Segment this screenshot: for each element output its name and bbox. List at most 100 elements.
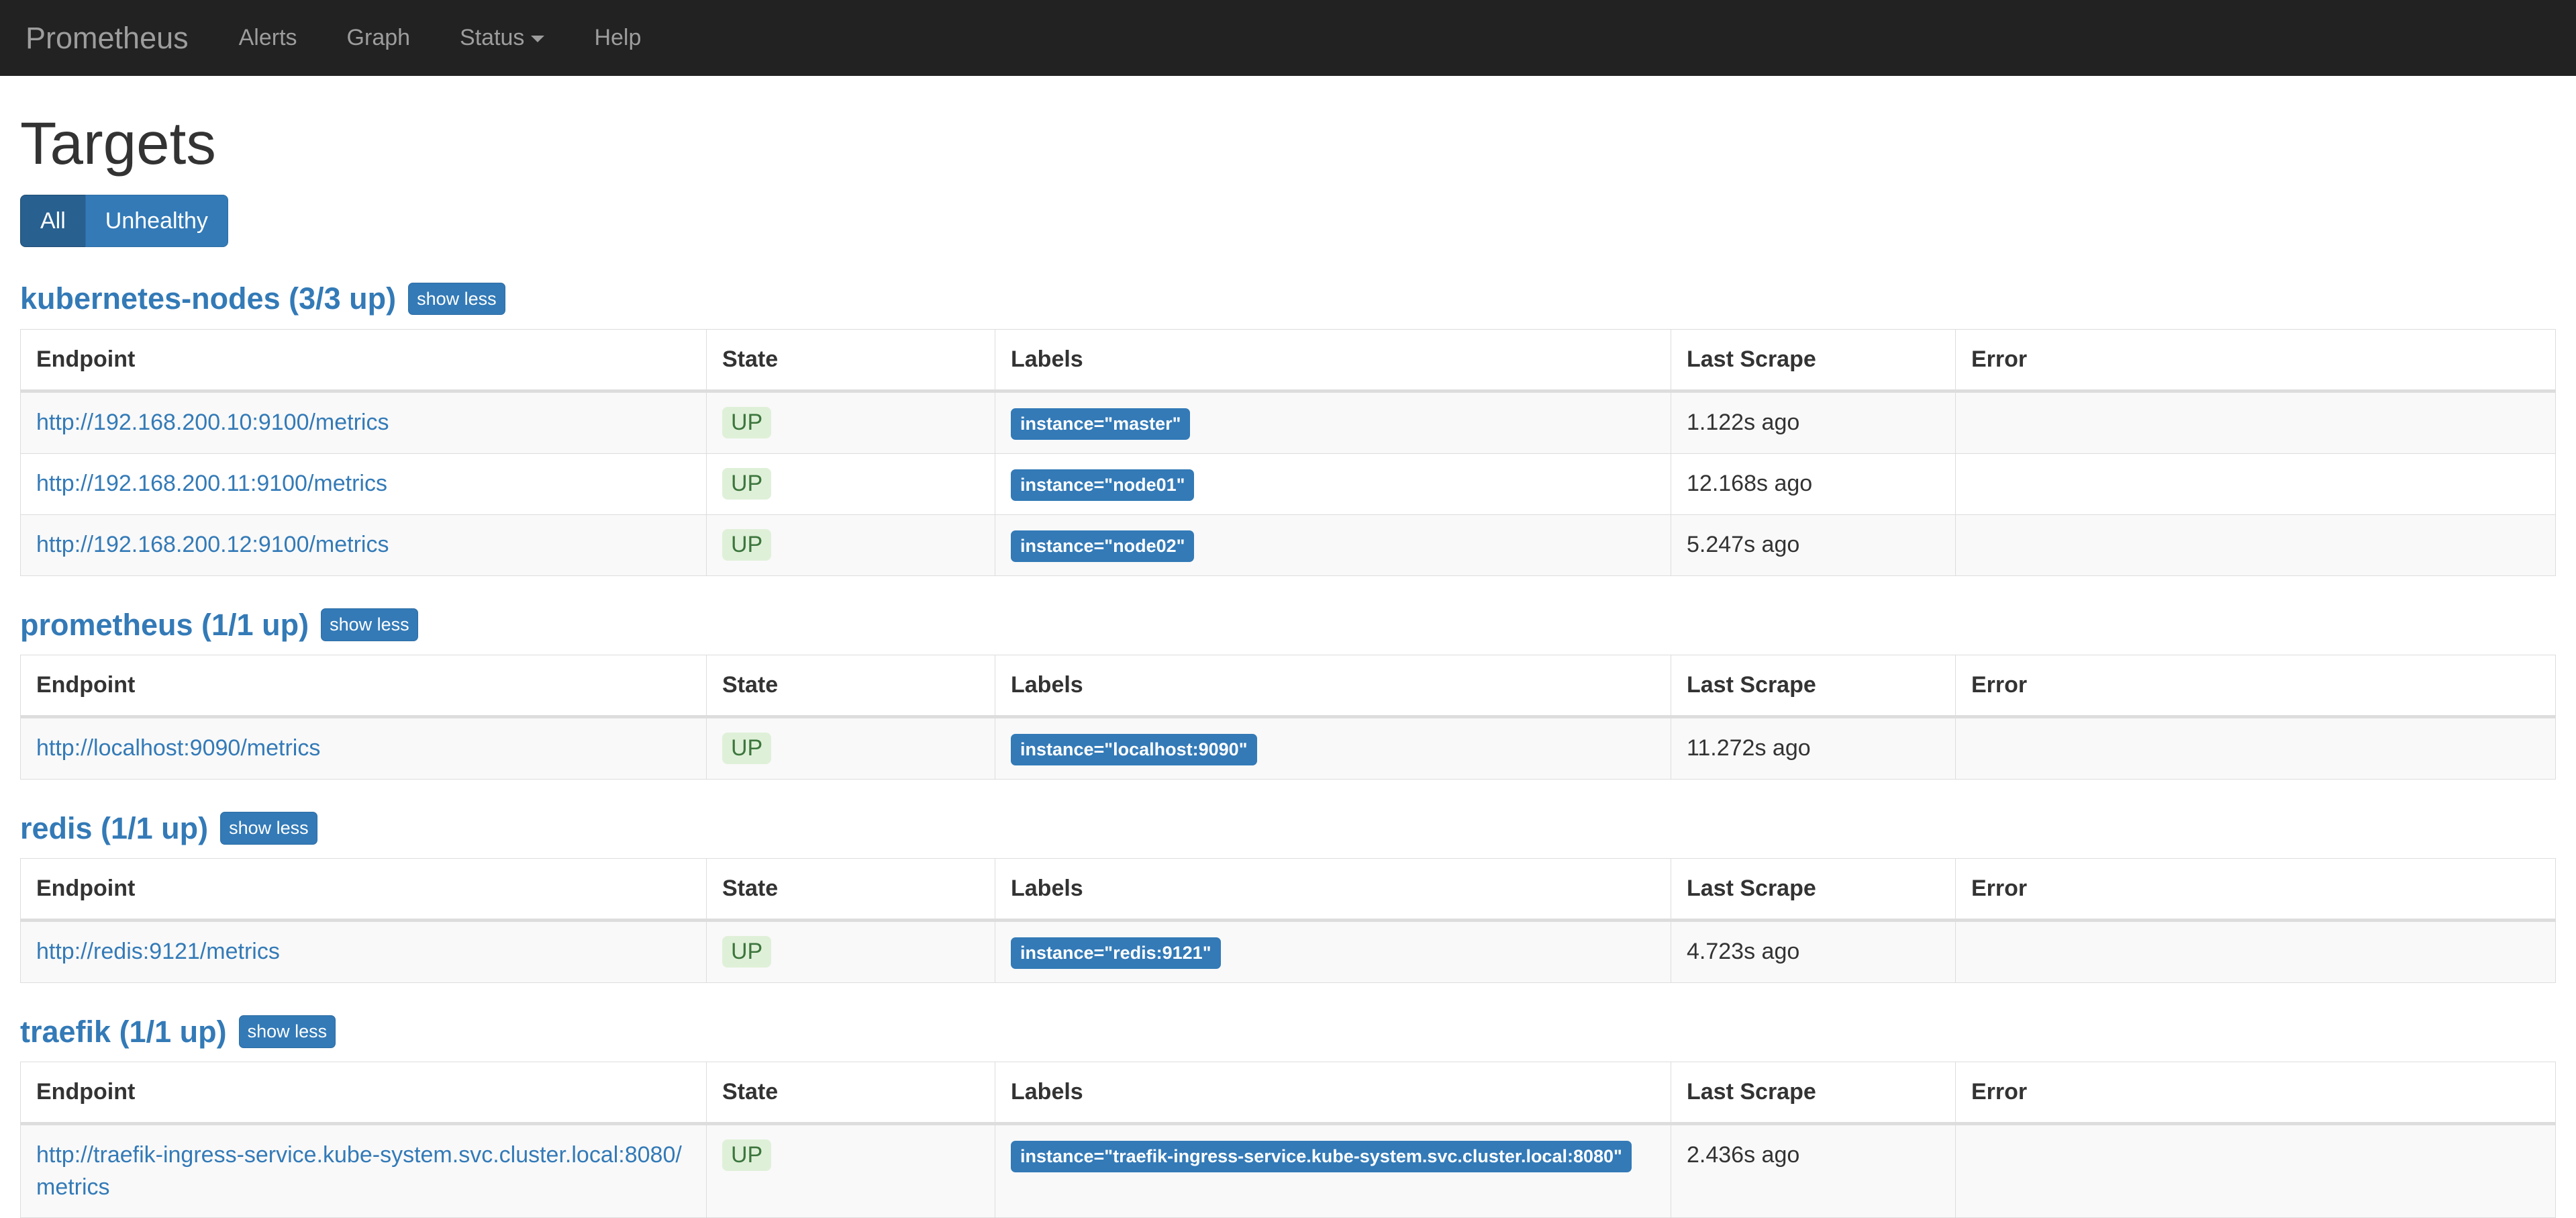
navbar-link-alerts[interactable]: Alerts: [214, 0, 322, 75]
status-badge: UP: [722, 406, 772, 438]
job-heading: traefik (1/1 up) show less: [20, 1015, 2556, 1049]
label-badge[interactable]: instance="traefik-ingress-service.kube-s…: [1011, 1140, 1632, 1172]
navbar-brand-prometheus[interactable]: Prometheus: [19, 0, 214, 75]
cell-error: [1955, 1123, 2556, 1218]
navbar-link-graph[interactable]: Graph: [322, 0, 436, 75]
job-section-prometheus: prometheus (1/1 up) show less Endpoint Stat…: [20, 608, 2556, 780]
cell-labels: instance="node02": [995, 514, 1671, 576]
cell-endpoint: http://192.168.200.10:9100/metrics: [20, 390, 707, 454]
table-row: http://192.168.200.11:9100/metrics UP inst…: [20, 453, 2556, 515]
column-header-endpoint: Endpoint: [20, 328, 707, 393]
table-row: http://redis:9121/metrics UP instance="red…: [20, 919, 2556, 983]
cell-endpoint: http://traefik-ingress-service.kube-syst…: [20, 1123, 707, 1218]
column-header-endpoint: Endpoint: [20, 858, 707, 922]
targets-table: Endpoint State Labels Last Scrape Error http:…: [20, 328, 2556, 576]
navbar-link-help[interactable]: Help: [569, 0, 666, 75]
filter-all-button[interactable]: All: [20, 194, 86, 248]
endpoint-link[interactable]: http://localhost:9090/metrics: [36, 735, 320, 761]
cell-state: UP: [706, 514, 995, 576]
table-row: http://192.168.200.12:9100/metrics UP inst…: [20, 514, 2556, 576]
status-badge: UP: [722, 467, 772, 500]
label-badge[interactable]: instance="master": [1011, 408, 1191, 440]
navbar-link-label: Graph: [346, 25, 411, 50]
cell-last-scrape: 4.723s ago: [1671, 919, 1956, 983]
job-title: redis (1/1 up): [20, 810, 209, 845]
job-section-redis: redis (1/1 up) show less Endpoint State Labe…: [20, 812, 2556, 983]
cell-last-scrape: 2.436s ago: [1671, 1123, 1956, 1218]
cell-state: UP: [706, 390, 995, 454]
cell-error: [1955, 919, 2556, 983]
table-header-row: Endpoint State Labels Last Scrape Error: [20, 328, 2556, 393]
column-header-labels: Labels: [995, 655, 1671, 718]
cell-endpoint: http://redis:9121/metrics: [20, 919, 707, 983]
show-less-button[interactable]: show less: [220, 812, 317, 845]
column-header-last-scrape: Last Scrape: [1671, 655, 1956, 718]
navbar-link-status[interactable]: Status: [435, 0, 569, 75]
label-badge[interactable]: instance="node02": [1011, 530, 1195, 562]
navbar-link-label: Status: [460, 25, 525, 50]
cell-last-scrape: 11.272s ago: [1671, 716, 1956, 780]
table-row: http://localhost:9090/metrics UP instance=…: [20, 716, 2556, 780]
table-row: http://192.168.200.10:9100/metrics UP inst…: [20, 390, 2556, 454]
show-less-button[interactable]: show less: [408, 282, 505, 316]
label-badge[interactable]: instance="localhost:9090": [1011, 733, 1257, 765]
cell-state: UP: [706, 716, 995, 780]
cell-state: UP: [706, 919, 995, 983]
target-filter-button-group: All Unhealthy: [20, 194, 228, 248]
cell-endpoint: http://192.168.200.11:9100/metrics: [20, 453, 707, 515]
job-section-traefik: traefik (1/1 up) show less Endpoint State La…: [20, 1015, 2556, 1218]
column-header-error: Error: [1955, 655, 2556, 718]
endpoint-link[interactable]: http://192.168.200.11:9100/metrics: [36, 471, 387, 496]
label-badge[interactable]: instance="node01": [1011, 469, 1195, 501]
cell-error: [1955, 453, 2556, 515]
table-header-row: Endpoint State Labels Last Scrape Error: [20, 655, 2556, 718]
cell-last-scrape: 12.168s ago: [1671, 453, 1956, 515]
status-badge: UP: [722, 1139, 772, 1172]
cell-endpoint: http://localhost:9090/metrics: [20, 716, 707, 780]
cell-labels: instance="master": [995, 390, 1671, 454]
column-header-endpoint: Endpoint: [20, 1062, 707, 1125]
endpoint-link[interactable]: http://traefik-ingress-service.kube-syst…: [36, 1142, 682, 1201]
status-badge: UP: [722, 935, 772, 968]
filter-unhealthy-button[interactable]: Unhealthy: [85, 194, 228, 248]
navbar-item-help: Help: [569, 0, 666, 75]
cell-last-scrape: 1.122s ago: [1671, 390, 1956, 454]
table-row: http://traefik-ingress-service.kube-syst…: [20, 1123, 2556, 1218]
column-header-labels: Labels: [995, 858, 1671, 922]
endpoint-link[interactable]: http://redis:9121/metrics: [36, 939, 280, 964]
table-header-row: Endpoint State Labels Last Scrape Error: [20, 1062, 2556, 1125]
cell-state: UP: [706, 1123, 995, 1218]
cell-endpoint: http://192.168.200.12:9100/metrics: [20, 514, 707, 576]
top-navbar: Prometheus Alerts Graph Status Help: [0, 0, 2576, 76]
column-header-state: State: [706, 328, 995, 393]
label-badge[interactable]: instance="redis:9121": [1011, 937, 1221, 969]
job-title: traefik (1/1 up): [20, 1014, 227, 1049]
column-header-error: Error: [1955, 858, 2556, 922]
column-header-endpoint: Endpoint: [20, 655, 707, 718]
job-section-kubernetes-nodes: kubernetes-nodes (3/3 up) show less Endpoi…: [20, 282, 2556, 576]
cell-labels: instance="node01": [995, 453, 1671, 515]
targets-table: Endpoint State Labels Last Scrape Error http:…: [20, 655, 2556, 780]
endpoint-link[interactable]: http://192.168.200.12:9100/metrics: [36, 532, 389, 557]
navbar-item-graph: Graph: [322, 0, 436, 75]
targets-table: Endpoint State Labels Last Scrape Error http:…: [20, 1062, 2556, 1218]
navbar-link-label: Alerts: [238, 25, 297, 50]
status-badge: UP: [722, 732, 772, 764]
column-header-state: State: [706, 655, 995, 718]
endpoint-link[interactable]: http://192.168.200.10:9100/metrics: [36, 410, 389, 435]
column-header-error: Error: [1955, 328, 2556, 393]
page-container: Targets All Unhealthy kubernetes-nodes (…: [0, 110, 2576, 1218]
column-header-state: State: [706, 858, 995, 922]
job-heading: prometheus (1/1 up) show less: [20, 608, 2556, 642]
column-header-last-scrape: Last Scrape: [1671, 1062, 1956, 1125]
show-less-button[interactable]: show less: [238, 1015, 336, 1048]
job-heading: kubernetes-nodes (3/3 up) show less: [20, 282, 2556, 316]
navbar-item-status: Status: [435, 0, 569, 75]
column-header-state: State: [706, 1062, 995, 1125]
cell-last-scrape: 5.247s ago: [1671, 514, 1956, 576]
navbar-links: Alerts Graph Status Help: [214, 0, 666, 75]
cell-labels: instance="traefik-ingress-service.kube-s…: [995, 1123, 1671, 1218]
jobs-list: kubernetes-nodes (3/3 up) show less Endpoi…: [20, 282, 2556, 1218]
job-heading: redis (1/1 up) show less: [20, 812, 2556, 845]
show-less-button[interactable]: show less: [321, 608, 418, 641]
